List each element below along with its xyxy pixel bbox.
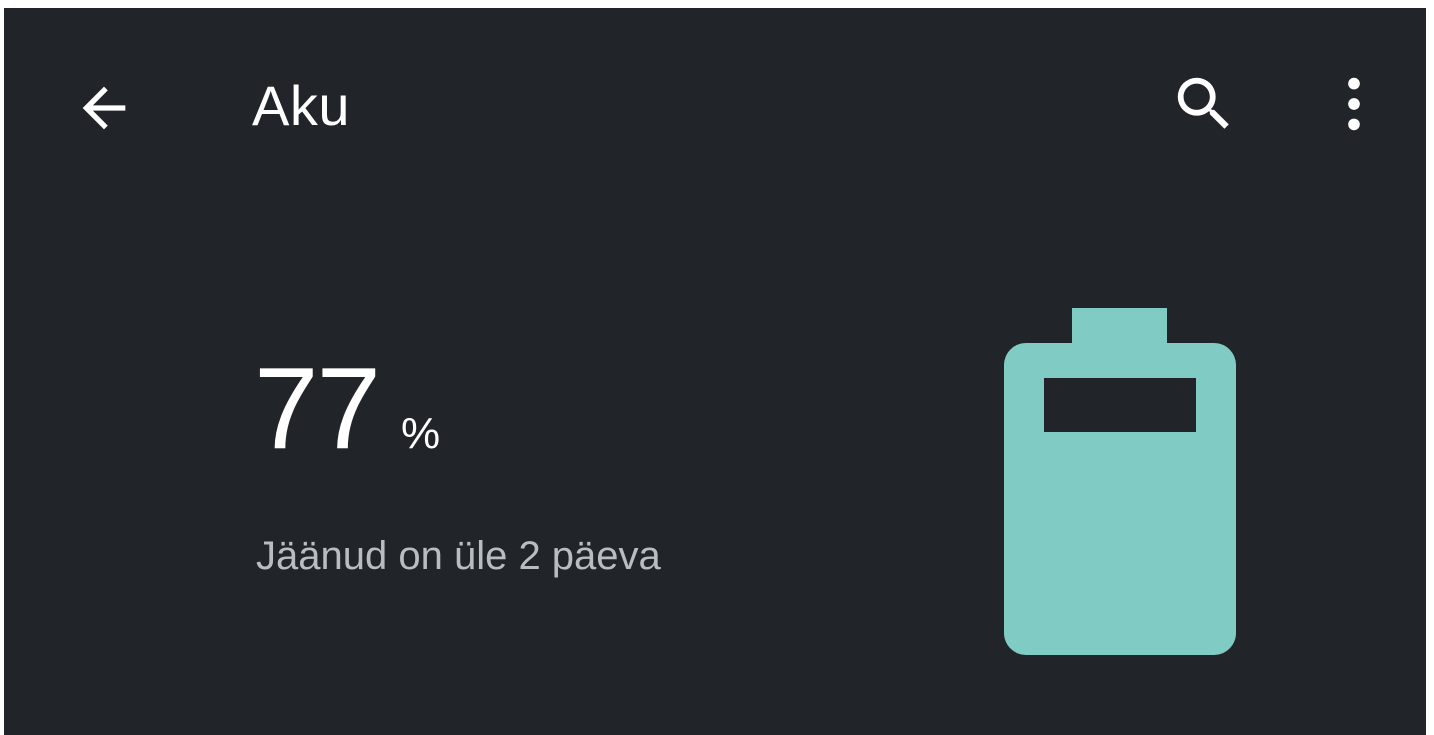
- battery-icon: [1004, 308, 1236, 655]
- search-button[interactable]: [1164, 64, 1244, 144]
- battery-terminal: [1072, 308, 1167, 348]
- battery-level: 77%: [254, 338, 440, 478]
- battery-percent-value: 77: [254, 343, 381, 473]
- more-options-button[interactable]: [1314, 64, 1394, 144]
- battery-settings-screen: Aku 77% Jäänud on üle 2 päeva: [4, 8, 1426, 735]
- back-button[interactable]: [64, 68, 144, 148]
- page-title: Aku: [252, 74, 350, 137]
- battery-empty-segment: [1044, 378, 1196, 432]
- battery-percent-unit: %: [401, 409, 441, 458]
- more-vert-icon: [1348, 77, 1360, 131]
- search-icon: [1177, 77, 1229, 129]
- remaining-time-text: Jäänud on üle 2 päeva: [256, 534, 661, 578]
- arrow-back-icon: [82, 86, 126, 130]
